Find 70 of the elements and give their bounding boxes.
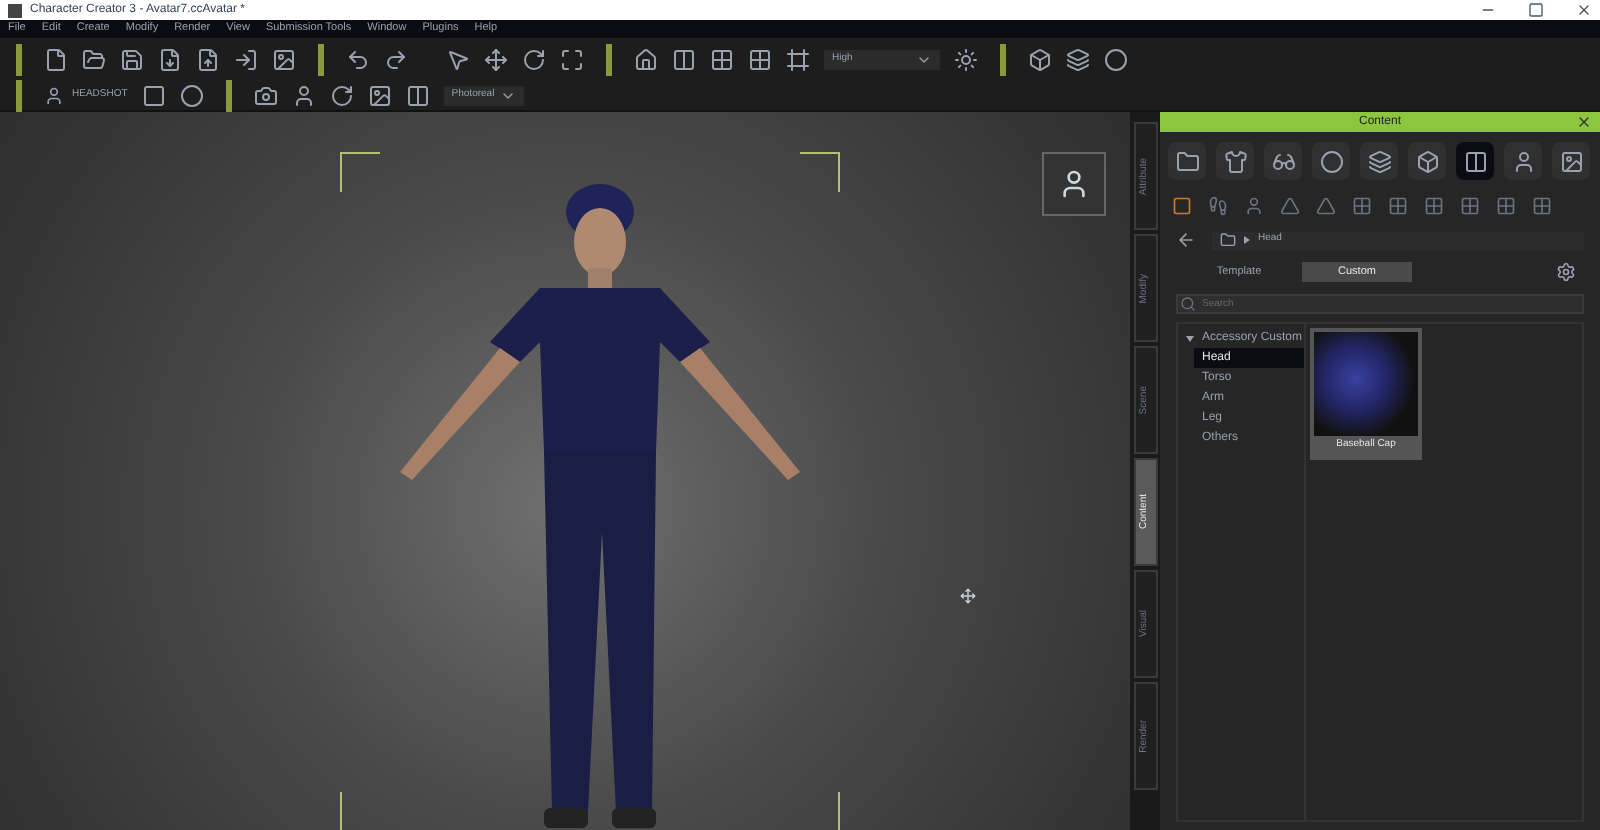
maximize-icon[interactable] (1528, 2, 1544, 18)
category-button[interactable] (1216, 142, 1254, 180)
toolbar-icon[interactable] (179, 84, 204, 108)
toolbar-icon[interactable] (405, 84, 430, 108)
folder-icon (1220, 232, 1236, 248)
grid-icon[interactable] (710, 48, 734, 72)
subcategory-icon[interactable] (1532, 196, 1552, 216)
category-icon (1415, 149, 1439, 173)
toolbar-icon[interactable] (82, 48, 106, 72)
category-button[interactable] (1408, 142, 1446, 180)
app-icon (8, 3, 22, 17)
back-icon[interactable] (1176, 230, 1196, 250)
head-icon (44, 86, 64, 106)
grid-icon[interactable] (748, 48, 772, 72)
category-icon (1319, 149, 1343, 173)
sphere-icon[interactable] (1104, 48, 1128, 72)
scale-icon[interactable] (560, 48, 584, 72)
toolbar-icon[interactable] (1028, 48, 1052, 72)
pointer-icon[interactable] (446, 48, 470, 72)
category-icon (1367, 149, 1391, 173)
undo-icon[interactable] (346, 48, 370, 72)
subcategory-icon[interactable] (1460, 196, 1480, 216)
category-icon (1559, 149, 1583, 173)
camera-icon[interactable] (253, 84, 278, 108)
subcategory-icon[interactable] (1172, 196, 1192, 216)
move-icon[interactable] (484, 48, 508, 72)
image-icon[interactable] (367, 84, 392, 108)
subcategory-icon[interactable] (1352, 196, 1372, 216)
home-icon[interactable] (634, 48, 658, 72)
layout-icon[interactable] (672, 48, 696, 72)
rotate-icon[interactable] (329, 84, 354, 108)
toolbar-icon[interactable] (234, 48, 258, 72)
subcategory-icon[interactable] (1244, 196, 1264, 216)
category-button[interactable] (1168, 142, 1206, 180)
render-quality-badge[interactable] (1042, 152, 1106, 216)
close-icon[interactable] (1576, 114, 1592, 130)
toolbar-icon[interactable] (44, 48, 68, 72)
toolbar-icon[interactable] (141, 84, 166, 108)
category-button[interactable] (1456, 142, 1494, 180)
category-icon (1175, 149, 1199, 173)
separator-icon (1244, 236, 1250, 244)
toolbar-icon[interactable] (272, 48, 296, 72)
category-icon (1511, 149, 1535, 173)
caret-icon (499, 88, 516, 104)
category-icon (1223, 149, 1247, 173)
figure-icon[interactable] (291, 84, 316, 108)
toolbar-icon[interactable] (196, 48, 220, 72)
subcategory-icon[interactable] (1496, 196, 1516, 216)
search-icon (1180, 296, 1196, 312)
expanded-icon[interactable] (1186, 335, 1194, 341)
move-cursor-icon (960, 588, 976, 604)
category-button[interactable] (1360, 142, 1398, 180)
category-icon (1271, 149, 1295, 173)
redo-icon[interactable] (384, 48, 408, 72)
toolbar-icon[interactable] (120, 48, 144, 72)
caret-icon (916, 52, 932, 68)
category-button[interactable] (1264, 142, 1302, 180)
toolbar-icon[interactable] (1066, 48, 1090, 72)
close-icon[interactable] (1576, 2, 1592, 18)
category-button[interactable] (1312, 142, 1350, 180)
settings-icon[interactable] (1556, 262, 1576, 282)
subcategory-icon[interactable] (1388, 196, 1408, 216)
category-button[interactable] (1504, 142, 1542, 180)
subcategory-icon[interactable] (1208, 196, 1228, 216)
light-icon[interactable] (954, 48, 978, 72)
rotate-icon[interactable] (522, 48, 546, 72)
subcategory-icon[interactable] (1424, 196, 1444, 216)
category-icon (1463, 149, 1487, 173)
category-button[interactable] (1552, 142, 1590, 180)
toolbar-icon[interactable] (158, 48, 182, 72)
